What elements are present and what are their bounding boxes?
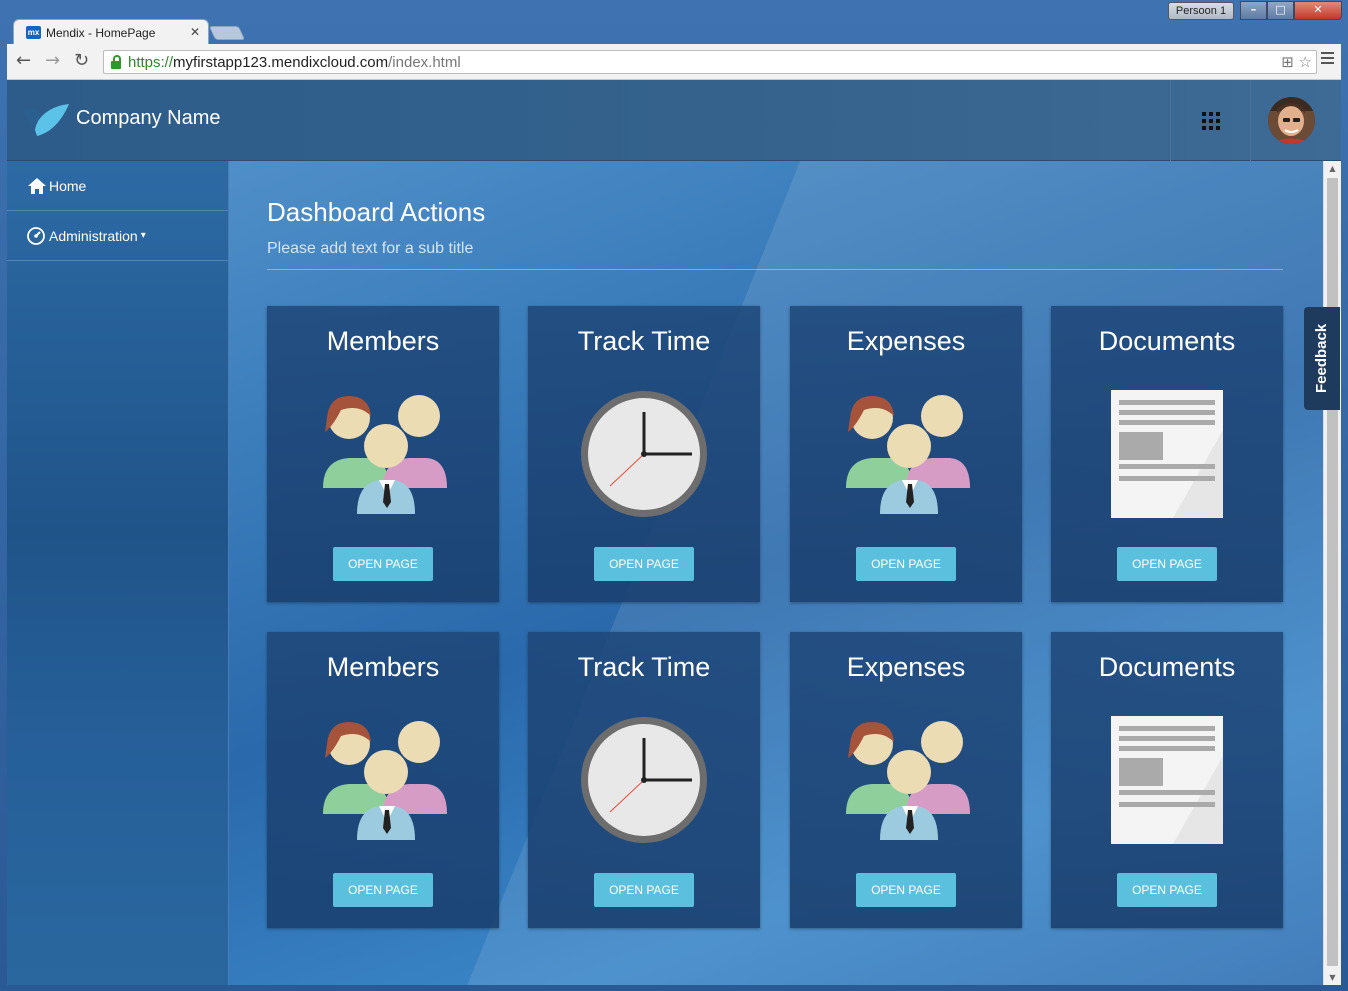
open-page-button[interactable]: OPEN PAGE: [1117, 547, 1217, 581]
sidebar-item-label: Administration: [49, 227, 138, 244]
sidebar-item-home[interactable]: Home: [7, 161, 228, 211]
members-icon: [319, 716, 447, 844]
open-page-button[interactable]: OPEN PAGE: [594, 547, 694, 581]
scroll-up-icon[interactable]: ▲: [1324, 161, 1341, 176]
dashboard-card: Track Time OPEN PAGE: [528, 632, 760, 928]
feedback-button[interactable]: Feedback: [1304, 307, 1340, 410]
profile-button[interactable]: Persoon 1: [1168, 2, 1234, 20]
dashboard-card: Track Time OPEN PAGE: [528, 306, 760, 602]
app-header: Company Name: [7, 80, 1341, 161]
main-content: Dashboard Actions Please add text for a …: [229, 161, 1341, 985]
open-page-button[interactable]: OPEN PAGE: [856, 547, 956, 581]
company-name[interactable]: Company Name: [76, 107, 221, 130]
divider: [267, 269, 1283, 270]
browser-window: Persoon 1 – □ ✕ mx Mendix - HomePage ✕ ←…: [0, 0, 1348, 991]
address-bar[interactable]: https://myfirstapp123.mendixcloud.com/in…: [103, 50, 1317, 74]
card-title: Members: [326, 326, 440, 356]
sidebar-item-label: Home: [49, 177, 87, 194]
forward-icon[interactable]: →: [45, 50, 60, 71]
tab-close-icon[interactable]: ✕: [190, 25, 200, 39]
browser-toolbar: ← → ↻ https://myfirstapp123.mendixcloud.…: [7, 44, 1341, 80]
card-title: Documents: [1098, 652, 1236, 682]
apps-menu-button[interactable]: [1170, 80, 1250, 161]
grid-icon: [1202, 112, 1220, 130]
reload-icon[interactable]: ↻: [74, 50, 89, 71]
maximize-icon[interactable]: □: [1267, 1, 1294, 20]
lock-icon: [111, 55, 121, 69]
sidebar-item-administration[interactable]: Administration ▾: [7, 211, 228, 261]
open-page-button[interactable]: OPEN PAGE: [333, 547, 433, 581]
avatar: [1268, 97, 1315, 144]
window-titlebar: Persoon 1 – □ ✕ mx Mendix - HomePage ✕: [0, 0, 1348, 45]
scrollbar[interactable]: ▲ ▼: [1323, 161, 1341, 985]
page-subtitle: Please add text for a sub title: [267, 240, 474, 257]
scroll-down-icon[interactable]: ▼: [1324, 970, 1341, 985]
browser-tab[interactable]: mx Mendix - HomePage ✕: [13, 19, 209, 45]
card-title: Track Time: [577, 326, 711, 356]
card-title: Documents: [1098, 326, 1236, 356]
feedback-label: Feedback: [1313, 323, 1330, 393]
card-title: Members: [326, 652, 440, 682]
members-icon: [319, 390, 447, 518]
card-title: Expenses: [846, 326, 966, 356]
document-icon: [1103, 390, 1231, 518]
card-title: Expenses: [846, 652, 966, 682]
sidebar: Home Administration ▾: [7, 161, 229, 985]
dashboard-card: Members OPEN PAGE: [267, 306, 499, 602]
card-title: Track Time: [577, 652, 711, 682]
scrollbar-thumb[interactable]: [1327, 178, 1338, 966]
browser-menu-icon[interactable]: [1321, 52, 1335, 66]
dashboard-card: Expenses OPEN PAGE: [790, 632, 1022, 928]
translate-icon[interactable]: ⊞: [1281, 53, 1294, 71]
dashboard-card: Documents OPEN PAGE: [1051, 632, 1283, 928]
url-text[interactable]: https://myfirstapp123.mendixcloud.com/in…: [128, 54, 461, 71]
back-icon[interactable]: ←: [16, 50, 31, 71]
open-page-button[interactable]: OPEN PAGE: [333, 873, 433, 907]
home-icon: [28, 177, 46, 194]
bookmark-star-icon[interactable]: ☆: [1299, 53, 1312, 71]
document-icon: [1103, 716, 1231, 844]
dashboard-card: Expenses OPEN PAGE: [790, 306, 1022, 602]
company-logo-icon: [23, 104, 69, 136]
tab-title: Mendix - HomePage: [46, 26, 156, 40]
members-icon: [842, 716, 970, 844]
app-viewport: Company Name Home Administration ▾ Dashb…: [7, 80, 1341, 985]
dashboard-icon: [27, 226, 45, 245]
user-menu-button[interactable]: [1250, 80, 1341, 161]
mendix-favicon-icon: mx: [26, 26, 41, 39]
open-page-button[interactable]: OPEN PAGE: [856, 873, 956, 907]
open-page-button[interactable]: OPEN PAGE: [594, 873, 694, 907]
minimize-icon[interactable]: –: [1240, 1, 1267, 20]
dashboard-card: Members OPEN PAGE: [267, 632, 499, 928]
members-icon: [842, 390, 970, 518]
dashboard-card: Documents OPEN PAGE: [1051, 306, 1283, 602]
clock-icon: [580, 390, 708, 518]
page-title: Dashboard Actions: [267, 197, 486, 227]
new-tab-button[interactable]: [208, 26, 246, 40]
open-page-button[interactable]: OPEN PAGE: [1117, 873, 1217, 907]
chevron-down-icon: ▾: [140, 230, 146, 241]
clock-icon: [580, 716, 708, 844]
omnibox-icons: ⊞ ☆: [1281, 53, 1312, 71]
window-controls: – □ ✕: [1240, 1, 1344, 21]
close-icon[interactable]: ✕: [1294, 1, 1342, 20]
